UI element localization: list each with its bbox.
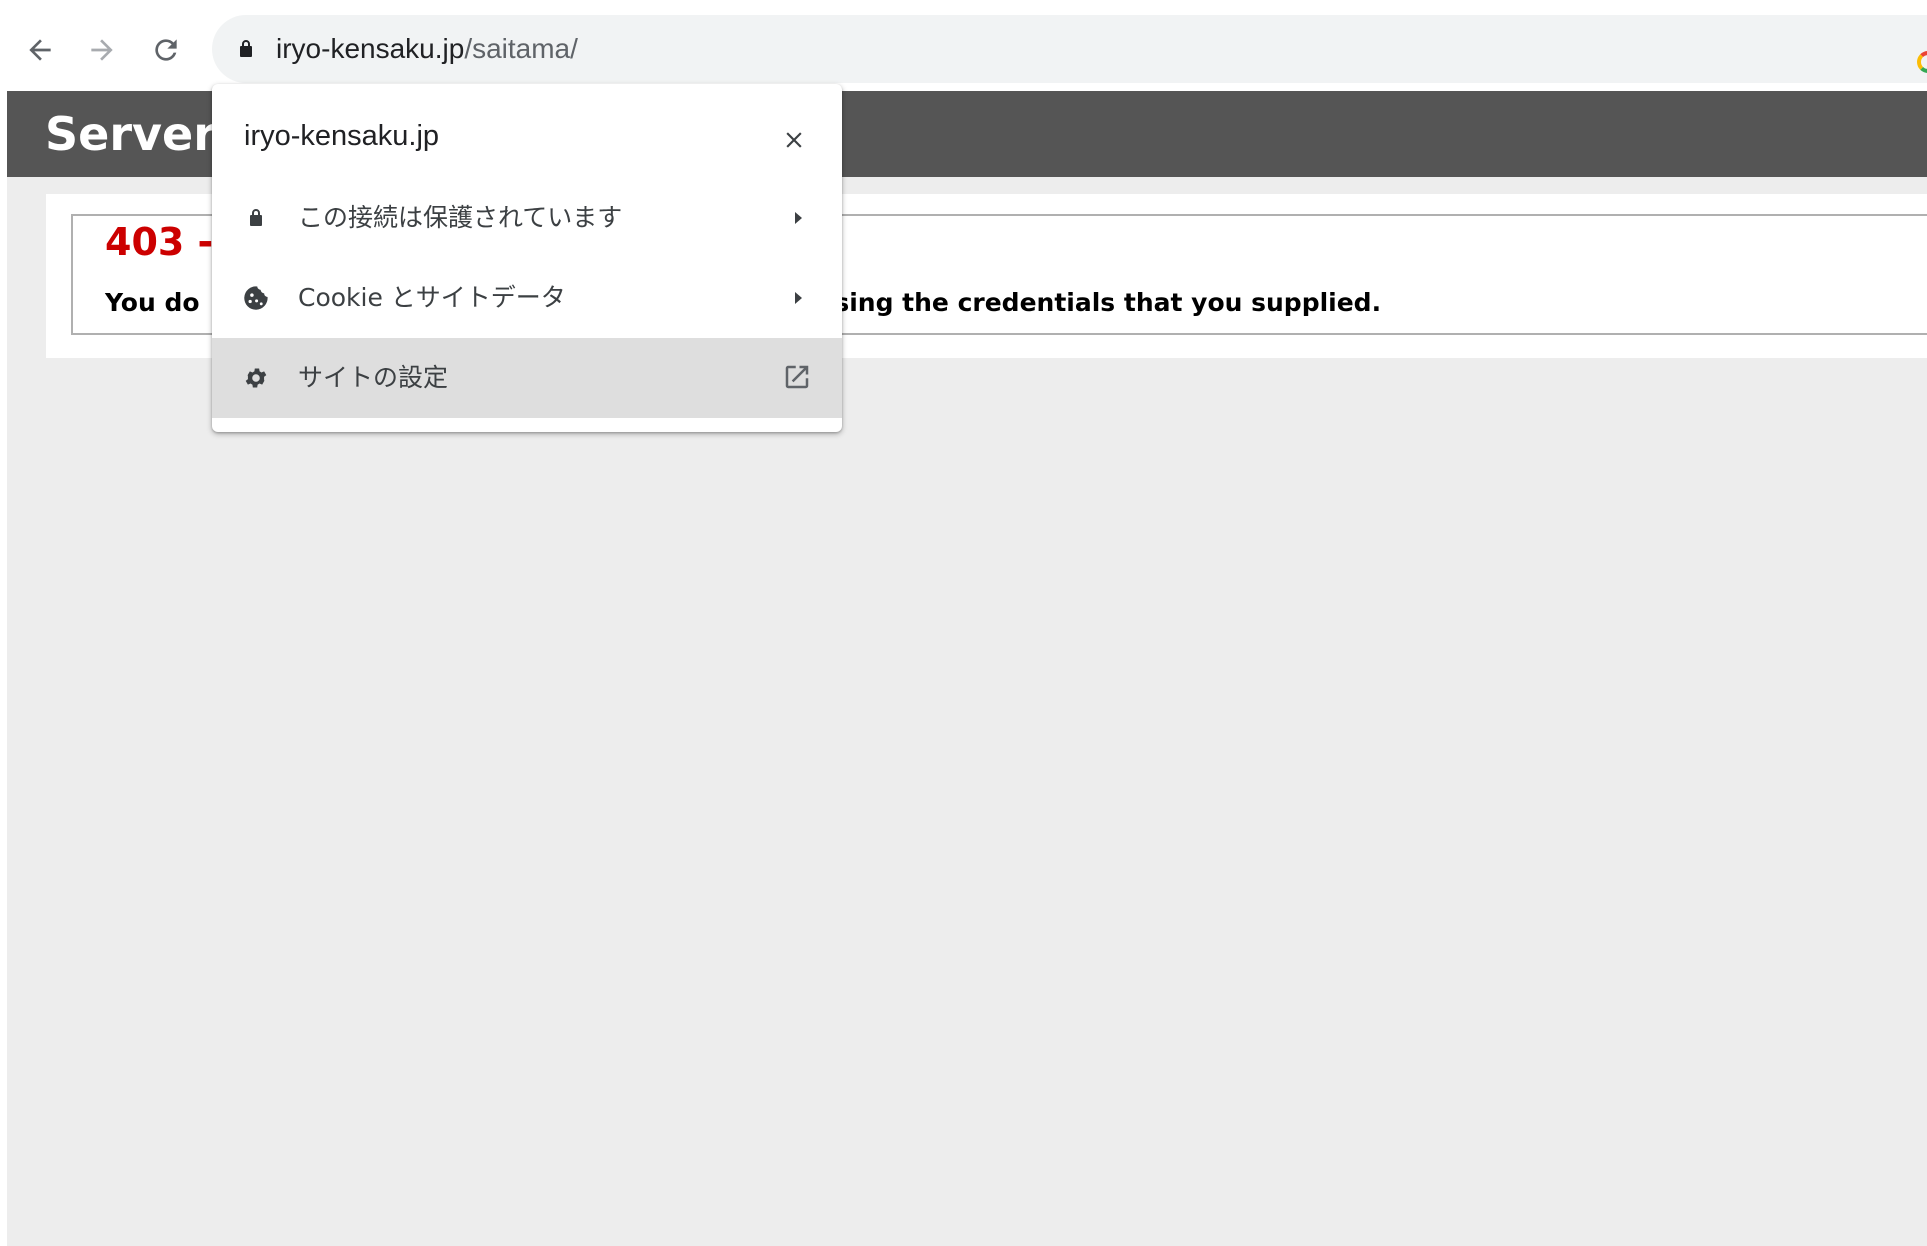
address-bar[interactable]: iryo-kensaku.jp/saitama/ [212,15,1927,83]
external-link-icon [782,362,814,394]
menu-item-label: Cookie とサイトデータ [298,283,566,312]
reload-icon [155,39,177,61]
url-host: iryo-kensaku.jp [276,33,465,64]
arrow-right-icon [91,39,113,61]
close-button[interactable] [774,120,814,160]
back-button[interactable] [14,24,66,76]
site-info-button[interactable] [234,37,258,61]
menu-item-label: この接続は保護されています [298,203,623,232]
lock-icon [242,204,270,232]
error-message-left: You do [105,288,200,317]
reload-button[interactable] [140,24,192,76]
page-header-title: Server [45,107,216,161]
arrow-left-icon [29,39,51,61]
menu-item-connection-secure[interactable]: この接続は保護されています [212,178,842,258]
popup-domain: iryo-kensaku.jp [244,120,440,152]
url-text[interactable]: iryo-kensaku.jp/saitama/ [276,15,578,83]
lock-icon [240,40,252,57]
gear-icon [242,364,270,392]
close-icon [786,132,802,148]
menu-item-cookies[interactable]: Cookie とサイトデータ [212,258,842,338]
triangle-right-icon [788,288,808,308]
menu-item-site-settings[interactable]: サイトの設定 [212,338,842,418]
google-icon[interactable] [1917,51,1927,73]
forward-button[interactable] [76,24,128,76]
browser-toolbar: iryo-kensaku.jp/saitama/ [0,0,1927,91]
triangle-right-icon [788,208,808,228]
cookie-icon [242,284,270,312]
error-title: 403 - [105,220,214,264]
url-path: /saitama/ [464,33,578,64]
site-info-popup: iryo-kensaku.jp この接続は保護されています Cookie とサイ… [212,84,842,432]
menu-item-label: サイトの設定 [298,363,449,392]
